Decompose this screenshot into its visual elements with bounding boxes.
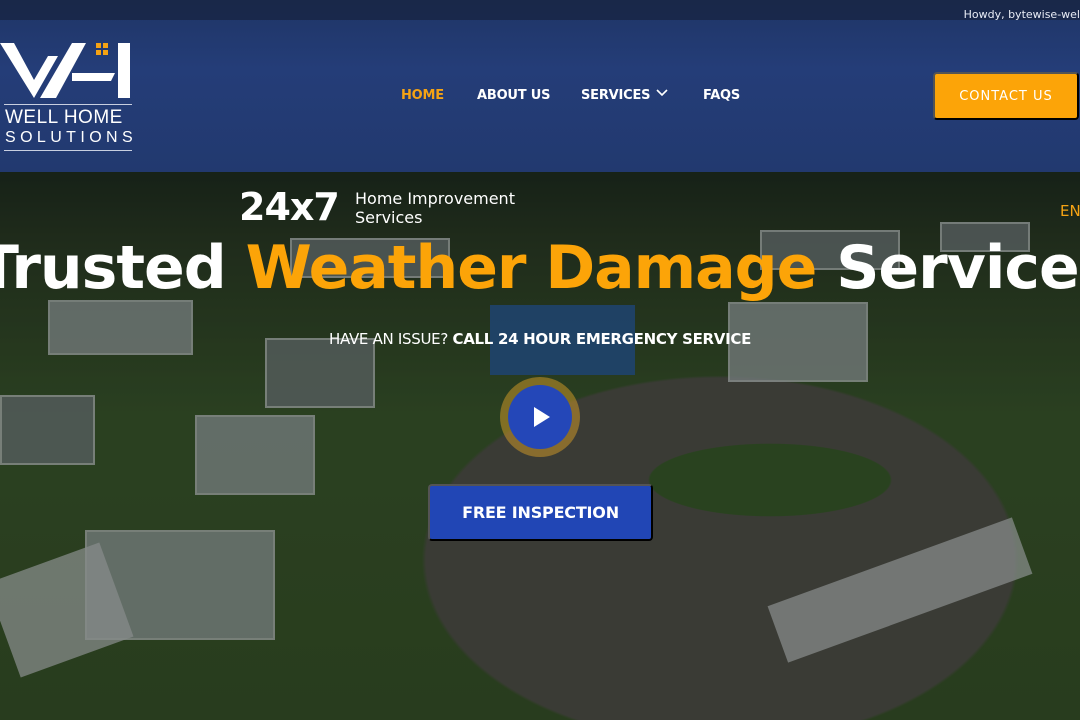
play-button-inner	[508, 385, 572, 449]
tagline-number: 24x7	[239, 185, 340, 229]
tagline-text-line1: Home Improvement	[355, 189, 515, 208]
hero-subline: HAVE AN ISSUE? CALL 24 HOUR EMERGENCY SE…	[0, 330, 1080, 348]
tagline-text: Home Improvement Services	[355, 189, 555, 227]
nav-item-services-label: SERVICES	[581, 88, 651, 103]
admin-howdy-text[interactable]: Howdy, bytewise-wel	[964, 8, 1080, 21]
chevron-down-icon	[656, 89, 668, 97]
nav-item-home[interactable]: HOME	[401, 88, 444, 103]
subline-regular: HAVE AN ISSUE?	[328, 330, 453, 348]
language-switch[interactable]: EN	[1060, 202, 1080, 220]
headline-part1: Trusted	[0, 233, 246, 303]
admin-bar	[0, 0, 1080, 20]
site-logo[interactable]: WELL HOME SOLUTIONS	[0, 40, 135, 152]
nav-item-services[interactable]: SERVICES	[581, 88, 668, 103]
nav-item-about-us[interactable]: ABOUT US	[477, 88, 550, 103]
free-inspection-button[interactable]: FREE INSPECTION	[428, 484, 653, 541]
headline-accent: Weather Damage	[245, 233, 818, 303]
video-play-button[interactable]	[500, 377, 580, 457]
logo-divider	[4, 104, 132, 105]
logo-divider	[4, 150, 132, 151]
logo-mark-icon	[0, 43, 130, 98]
logo-text-line1: WELL HOME	[5, 107, 123, 128]
headline-part2: Services	[836, 233, 1080, 303]
contact-us-button[interactable]: CONTACT US	[933, 72, 1079, 120]
tagline-text-line2: Services	[355, 208, 423, 227]
hero-headline: Trusted Weather Damage Services	[0, 233, 1080, 303]
nav-item-faqs[interactable]: FAQS	[703, 88, 740, 103]
logo-text-line2: SOLUTIONS	[5, 129, 138, 146]
site-header: Howdy, bytewise-wel WELL HOME SOLUTIONS …	[0, 0, 1080, 172]
play-icon	[534, 407, 550, 427]
subline-bold: CALL 24 HOUR EMERGENCY SERVICE	[452, 330, 752, 348]
